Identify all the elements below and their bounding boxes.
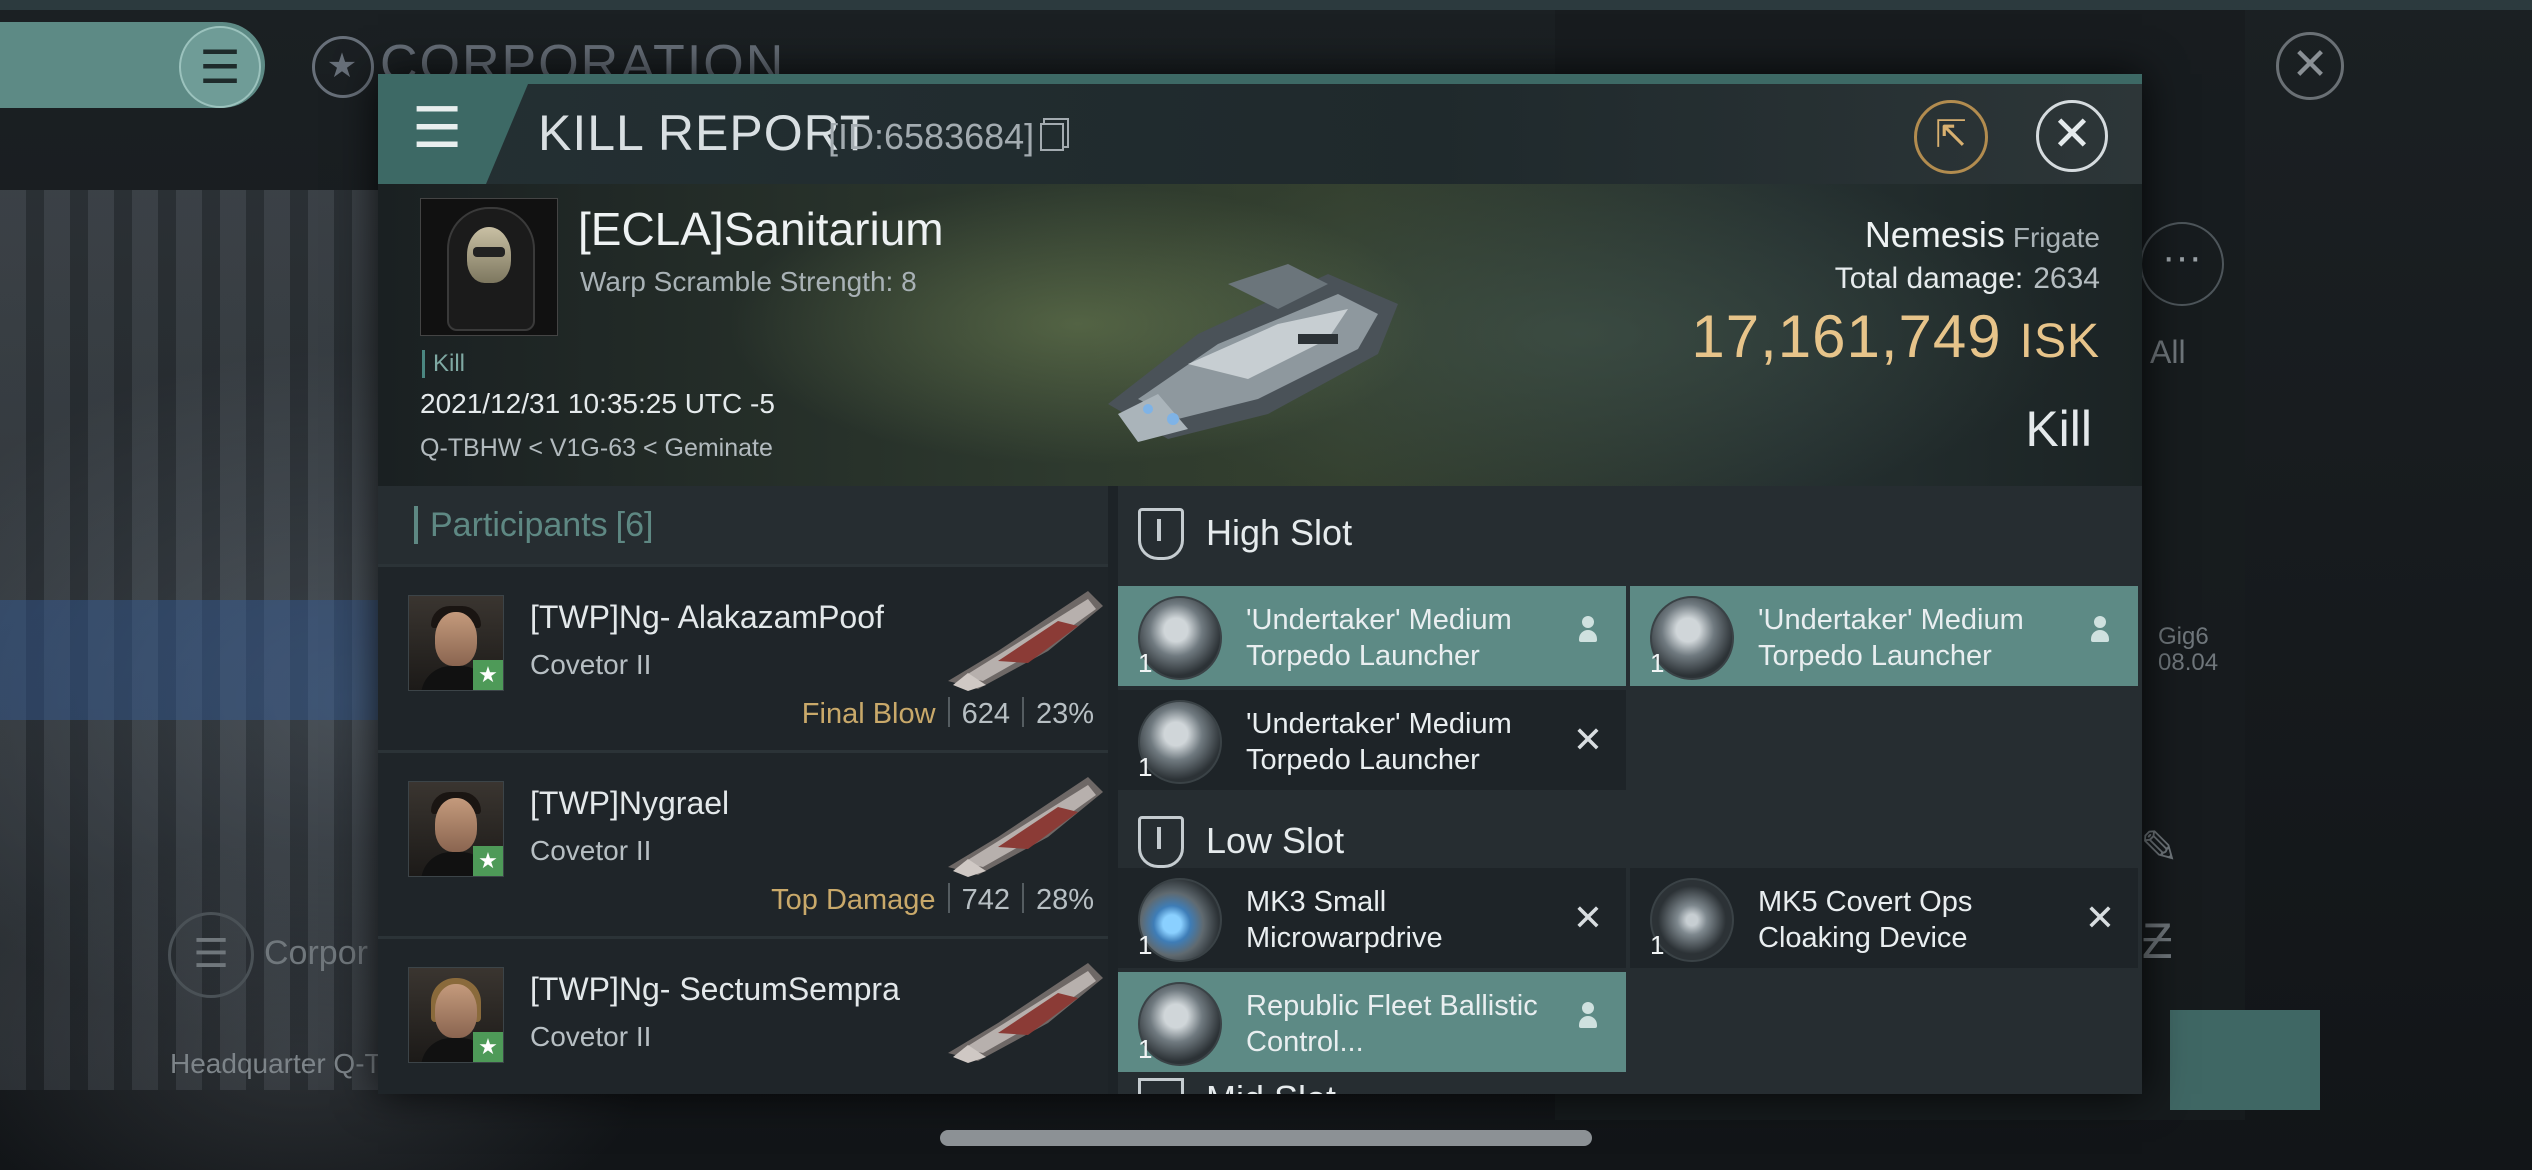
mid-slot-header: Mid Slot xyxy=(1118,1070,2142,1094)
module-item[interactable]: 1 'Undertaker' Medium Torpedo Launcher xyxy=(1630,586,2138,686)
participant-portrait: ★ xyxy=(408,781,504,877)
isk-value: 17,161,749 ISK xyxy=(1691,303,2100,370)
background-menu-button[interactable]: ☰ xyxy=(0,22,265,108)
participant-name: [TWP]Ng- SectumSempra xyxy=(530,971,900,1007)
module-item[interactable]: 1 MK3 Small Microwarpdrive ✕ xyxy=(1118,868,1626,968)
participant-ship-image xyxy=(948,963,1103,1063)
user-icon xyxy=(1568,616,1608,656)
hamburger-icon: ☰ xyxy=(412,96,463,159)
kill-tag: Kill xyxy=(422,350,465,378)
x-icon: ✕ xyxy=(1572,897,1604,938)
background-all-label: All xyxy=(2150,334,2186,370)
x-icon: ✕ xyxy=(2084,897,2116,938)
user-icon xyxy=(1568,1002,1608,1042)
dialog-title: KILL REPORT xyxy=(538,105,872,161)
star-icon: ★ xyxy=(473,1032,503,1062)
victim-name[interactable]: [ECLA]Sanitarium xyxy=(578,202,944,256)
kill-location[interactable]: Q-TBHW < V1G-63 < Geminate xyxy=(420,434,773,463)
home-indicator[interactable] xyxy=(940,1130,1592,1146)
module-item[interactable]: 1 Republic Fleet Ballistic Control... xyxy=(1118,972,1626,1072)
victim-ship-image[interactable] xyxy=(1078,214,1418,454)
high-slot-header: High Slot xyxy=(1118,486,2142,580)
user-icon xyxy=(2080,616,2120,656)
victim-subtitle: Warp Scramble Strength: 8 xyxy=(580,266,917,297)
star-icon: ★ xyxy=(473,846,503,876)
dialog-top-accent xyxy=(378,74,2142,84)
participant-name: [TWP]Ng- AlakazamPoof xyxy=(530,599,884,635)
x-icon: ✕ xyxy=(1572,719,1604,760)
participants-panel: Participants [6] ★ [TWP]Ng- AlakazamPoof … xyxy=(378,486,1108,1094)
module-item[interactable]: 1 'Undertaker' Medium Torpedo Launcher ✕ xyxy=(1118,690,1626,790)
dialog-menu-button[interactable]: ☰ xyxy=(378,84,528,184)
mid-slot-icon xyxy=(1138,1078,1184,1094)
background-station-panel xyxy=(0,600,380,720)
hamburger-icon: ☰ xyxy=(179,26,261,108)
participant-ship-image xyxy=(948,591,1103,691)
background-teal-block xyxy=(2170,1010,2320,1110)
background-gig-label: Gig6 08.04 xyxy=(2158,623,2219,676)
participants-title: Participants [6] xyxy=(414,506,653,544)
module-item[interactable]: 1 MK5 Covert Ops Cloaking Device ✕ xyxy=(1630,868,2138,968)
edit-icon[interactable]: ✎ xyxy=(2140,820,2179,874)
report-id[interactable]: [ID:6583684] xyxy=(828,116,1065,158)
victim-banner: [ECLA]Sanitarium Warp Scramble Strength:… xyxy=(378,184,2142,486)
participant-ship: Covetor II xyxy=(530,649,652,680)
participant-ship: Covetor II xyxy=(530,1021,652,1052)
module-item[interactable]: 1 'Undertaker' Medium Torpedo Launcher xyxy=(1118,586,1626,686)
corporation-menu-icon: ☰ xyxy=(168,912,254,998)
background-close-icon[interactable]: ✕ xyxy=(2276,32,2344,100)
low-slot-icon xyxy=(1138,816,1184,868)
copy-icon[interactable] xyxy=(1040,123,1065,151)
participant-row[interactable]: ★ [TWP]Ng- AlakazamPoof Covetor II Final… xyxy=(378,564,1108,750)
participant-name: [TWP]Nygrael xyxy=(530,785,730,821)
kill-report-dialog: ☰ KILL REPORT [ID:6583684] ⇱ ✕ [ECLA]San… xyxy=(378,74,2142,1094)
background-headquarter-label: Headquarter Q-T xyxy=(170,1048,382,1079)
participant-ship: Covetor II xyxy=(530,835,652,866)
participant-portrait: ★ xyxy=(408,595,504,691)
kill-timestamp: 2021/12/31 10:35:25 UTC -5 xyxy=(420,388,775,419)
participant-row[interactable]: ★ [TWP]Nygrael Covetor II Top Damage 742 2… xyxy=(378,750,1108,936)
dialog-header: ☰ KILL REPORT [ID:6583684] ⇱ ✕ xyxy=(378,84,2142,184)
close-icon[interactable]: ✕ xyxy=(2036,100,2108,172)
star-icon: ★ xyxy=(473,660,503,690)
participant-row[interactable]: ★ [TWP]Ng- SectumSempra Covetor II xyxy=(378,936,1108,1094)
total-damage: Total damage: 2634 xyxy=(1834,262,2100,295)
victim-portrait[interactable] xyxy=(420,198,558,336)
participant-portrait: ★ xyxy=(408,967,504,1063)
participant-ship-image xyxy=(948,777,1103,877)
participant-stats: Final Blow 624 23% xyxy=(801,697,1094,730)
fittings-panel: High Slot 1 'Undertaker' Medium Torpedo … xyxy=(1118,486,2142,1094)
star-icon: ★ xyxy=(312,36,374,99)
participant-stats: Top Damage 742 28% xyxy=(771,883,1094,916)
result-label: Kill xyxy=(2025,401,2092,457)
top-strip xyxy=(0,0,2532,10)
victim-ship[interactable]: Nemesis Frigate xyxy=(1865,214,2100,256)
settings-z-icon[interactable]: Ƶ xyxy=(2142,912,2173,970)
high-slot-icon xyxy=(1138,508,1184,560)
share-icon[interactable]: ⇱ xyxy=(1914,100,1988,174)
more-options-icon[interactable]: ··· xyxy=(2140,222,2224,306)
